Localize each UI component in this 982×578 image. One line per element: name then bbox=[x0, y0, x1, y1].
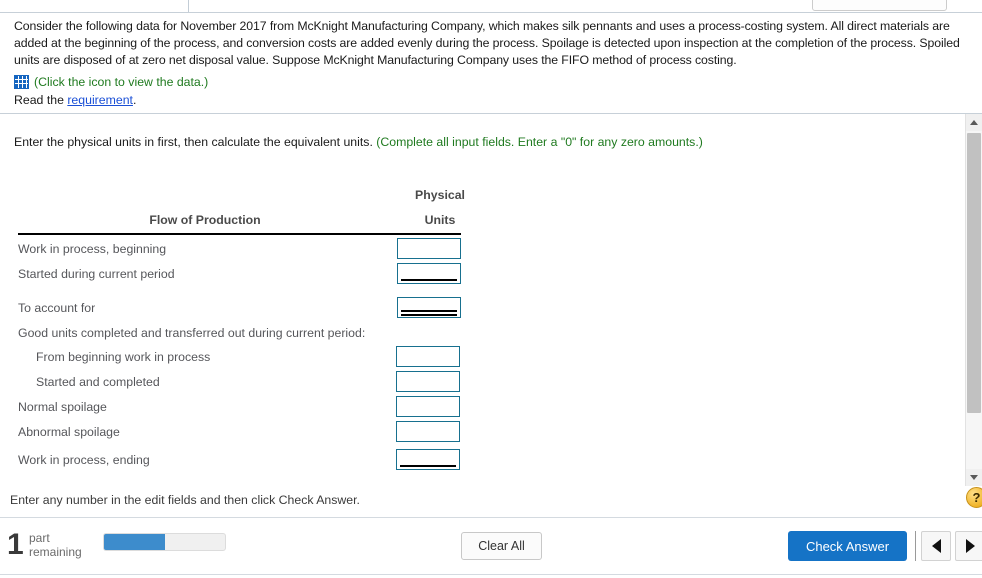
top-cropped-toolbar bbox=[0, 0, 982, 13]
clear-all-button[interactable]: Clear All bbox=[461, 532, 542, 560]
click-icon-label[interactable]: (Click the icon to view the data.) bbox=[34, 75, 208, 89]
parts-remaining-label: part remaining bbox=[29, 531, 82, 559]
read-suffix-text: . bbox=[132, 92, 137, 107]
row-label: Work in process, beginning bbox=[18, 242, 167, 256]
physical-units-input[interactable] bbox=[396, 396, 460, 417]
row-label: From beginning work in process bbox=[36, 350, 211, 364]
problem-statement-text: Consider the following data for November… bbox=[14, 19, 960, 68]
table-row: Work in process, beginning bbox=[18, 240, 462, 265]
window-bottom-rule bbox=[0, 574, 982, 575]
physical-units-input[interactable] bbox=[397, 263, 461, 284]
next-part-button[interactable] bbox=[955, 531, 982, 561]
row-label: Abnormal spoilage bbox=[18, 425, 120, 439]
parts-remaining-count: 1 bbox=[7, 528, 24, 561]
exercise-window: Consider the following data for November… bbox=[0, 0, 982, 578]
nav-separator bbox=[915, 531, 916, 561]
physical-units-input[interactable] bbox=[396, 346, 460, 367]
table-row: Started during current period bbox=[18, 265, 462, 290]
physical-units-input[interactable] bbox=[396, 371, 460, 392]
row-label: Started and completed bbox=[36, 375, 160, 389]
physical-units-input[interactable] bbox=[396, 421, 460, 442]
subtotal-rule bbox=[400, 465, 456, 467]
subtotal-rule bbox=[401, 279, 457, 281]
total-rule-upper bbox=[401, 310, 457, 312]
read-requirement-row: Read the requirement. bbox=[14, 93, 974, 107]
toolbar-divider bbox=[188, 0, 189, 12]
progress-bar-fill bbox=[104, 534, 165, 550]
triangle-right-icon bbox=[965, 539, 975, 553]
row-label: Normal spoilage bbox=[18, 400, 107, 414]
column-header-units: Units bbox=[424, 213, 456, 227]
scrollbar-thumb[interactable] bbox=[967, 133, 981, 413]
row-label: Good units completed and transferred out… bbox=[18, 326, 366, 340]
column-header-physical: Physical bbox=[415, 188, 465, 202]
problem-statement-block: Consider the following data for November… bbox=[0, 13, 982, 108]
total-rule-lower bbox=[401, 314, 457, 316]
parts-remaining-line2: remaining bbox=[29, 544, 82, 559]
instruction-main-text: Enter the physical units in first, then … bbox=[14, 135, 377, 149]
partial-toolbar-button[interactable] bbox=[812, 0, 947, 11]
physical-units-input[interactable] bbox=[396, 449, 460, 470]
row-label: To account for bbox=[18, 301, 96, 315]
row-label: Work in process, ending bbox=[18, 453, 150, 467]
chevron-down-icon bbox=[970, 475, 978, 480]
requirement-link[interactable]: requirement bbox=[67, 93, 133, 107]
chevron-up-icon bbox=[970, 120, 978, 125]
physical-units-input[interactable] bbox=[397, 238, 461, 259]
table-row: To account for bbox=[18, 299, 462, 324]
column-header-flow-of-production: Flow of Production bbox=[149, 213, 261, 227]
check-answer-button[interactable]: Check Answer bbox=[788, 531, 907, 561]
previous-part-button[interactable] bbox=[921, 531, 951, 561]
table-header-rule bbox=[18, 233, 461, 235]
help-icon[interactable]: ? bbox=[966, 487, 982, 508]
instruction-hint-text: (Complete all input fields. Enter a "0" … bbox=[376, 135, 703, 149]
instruction-line: Enter the physical units in first, then … bbox=[14, 135, 703, 149]
scroll-up-button[interactable] bbox=[966, 114, 982, 131]
scroll-down-button[interactable] bbox=[966, 469, 982, 486]
data-link-row: (Click the icon to view the data.) bbox=[14, 74, 974, 89]
triangle-left-icon bbox=[931, 539, 941, 553]
parts-remaining-line1: part bbox=[29, 531, 50, 545]
grid-table-icon[interactable] bbox=[14, 74, 29, 89]
read-prefix-text: Read the bbox=[14, 92, 68, 107]
footer-hint-text: Enter any number in the edit fields and … bbox=[10, 493, 360, 507]
progress-bar bbox=[103, 533, 226, 551]
work-area-scrollbar[interactable] bbox=[965, 114, 982, 486]
row-label: Started during current period bbox=[18, 267, 175, 281]
answer-work-area: Enter the physical units in first, then … bbox=[0, 114, 982, 486]
